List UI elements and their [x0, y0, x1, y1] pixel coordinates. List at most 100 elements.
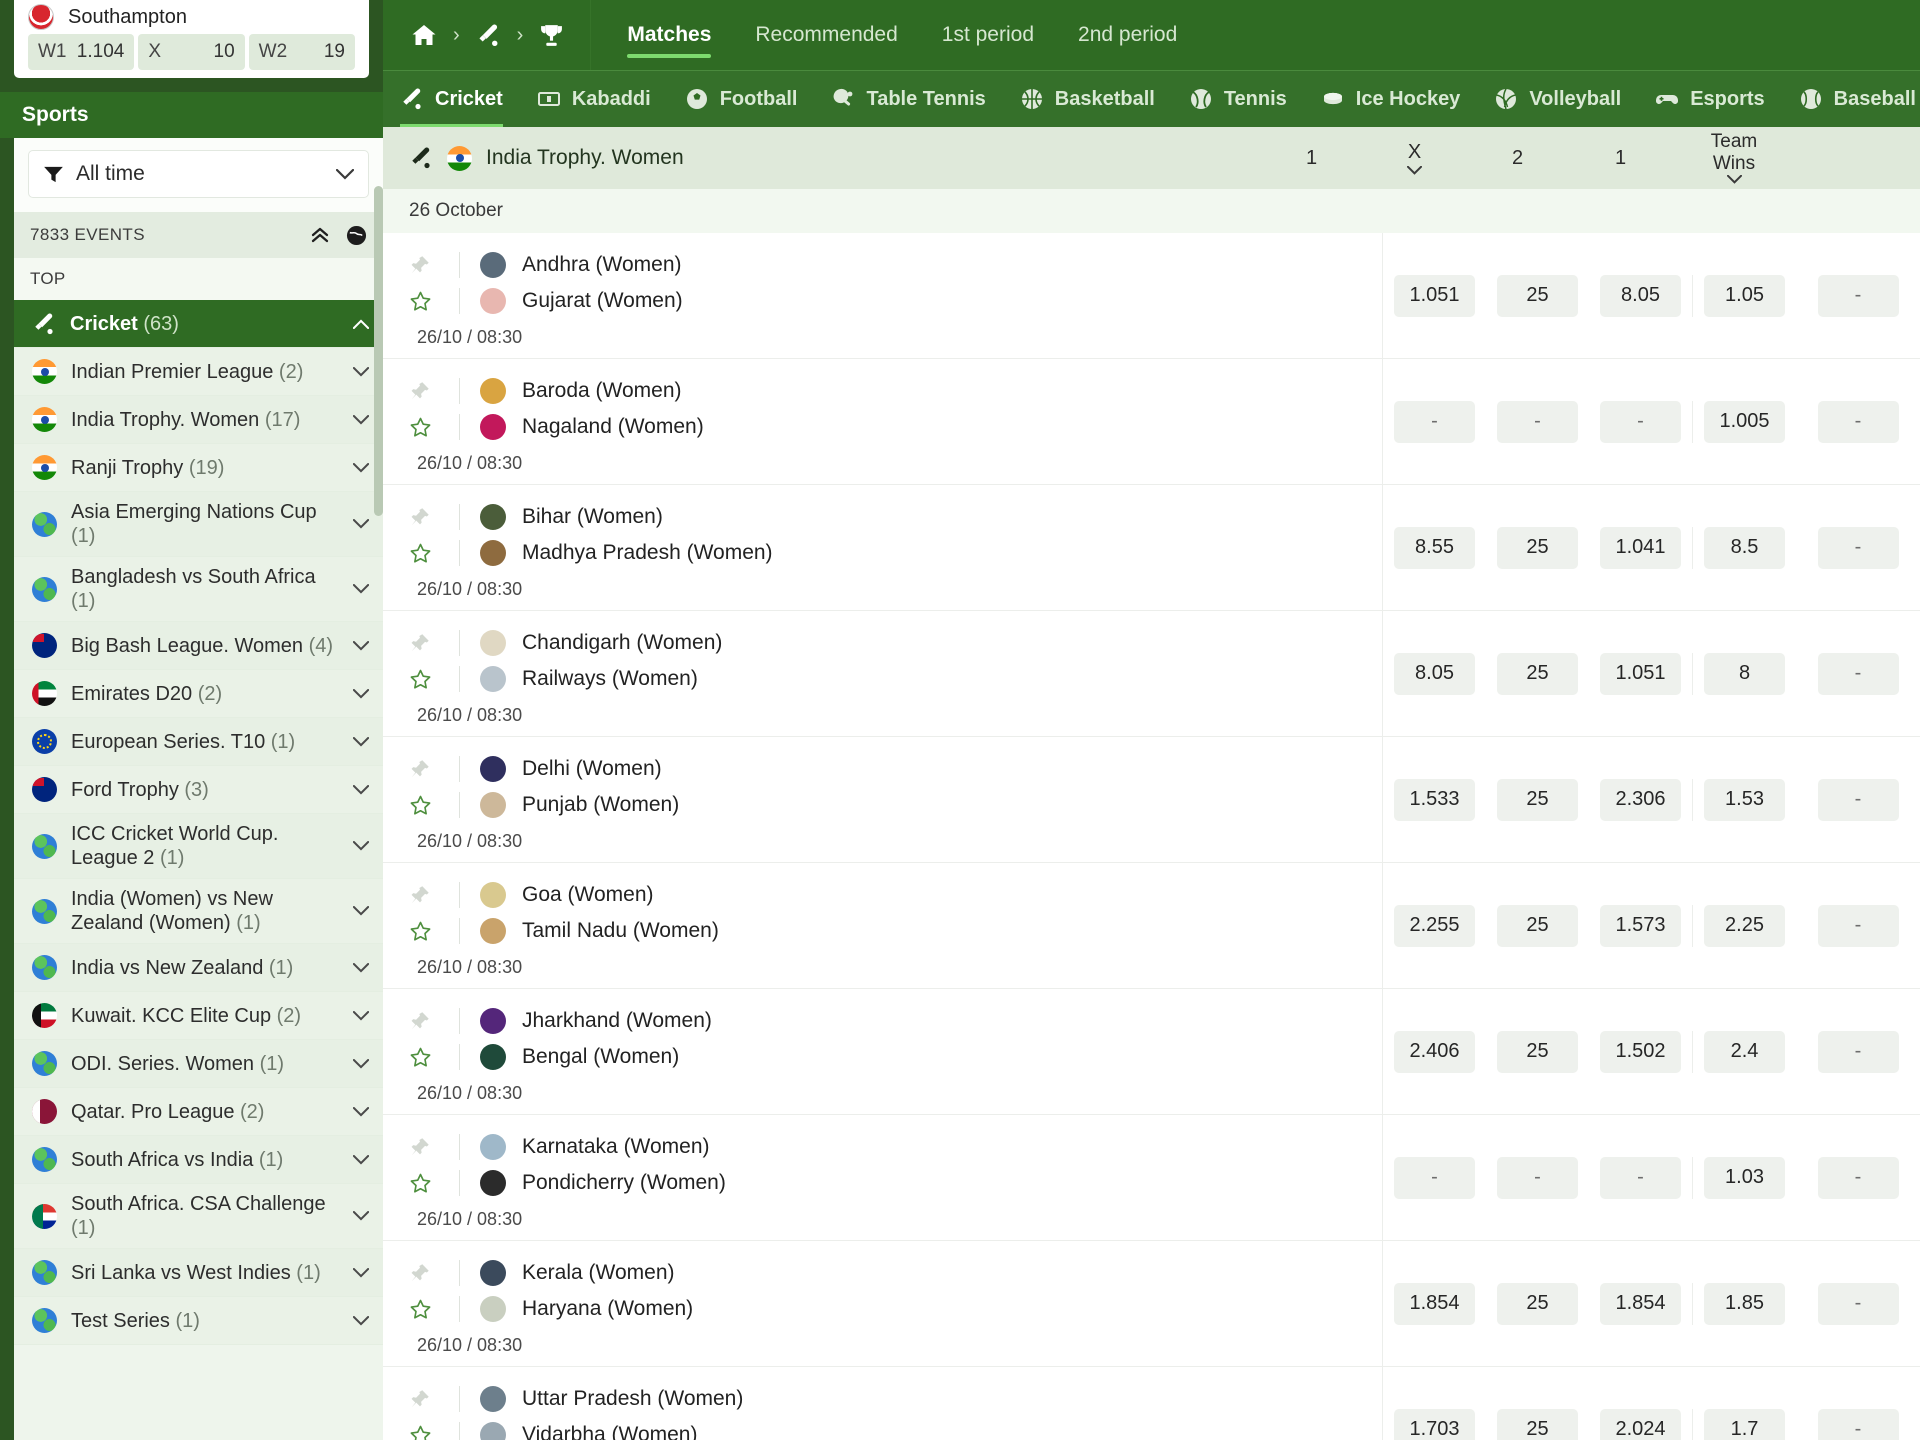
odd-cell-2[interactable]: - [1589, 400, 1692, 443]
tab-matches[interactable]: Matches [605, 0, 733, 70]
pin-slot[interactable] [409, 758, 459, 780]
odd-cell-teamwins-1[interactable]: 8 [1693, 652, 1796, 695]
pin-slot[interactable] [409, 254, 459, 276]
odd-cell-x[interactable]: 25 [1486, 778, 1589, 821]
odd-cell-teamwins-2[interactable]: - [1796, 526, 1920, 569]
pin-icon[interactable] [409, 632, 431, 654]
star-outline-icon[interactable] [409, 794, 432, 817]
favourite-slot[interactable] [409, 920, 459, 943]
chevron-down-icon[interactable] [353, 584, 369, 594]
star-outline-icon[interactable] [409, 1424, 432, 1440]
pin-icon[interactable] [409, 1388, 431, 1410]
star-outline-icon[interactable] [409, 1298, 432, 1321]
sidebar-item-india-trophy-women[interactable]: India Trophy. Women (17) [14, 396, 383, 444]
time-filter-select[interactable]: All time [28, 150, 369, 198]
sidebar-item-qatar-pro-league[interactable]: Qatar. Pro League (2) [14, 1088, 383, 1136]
odd-cell-x[interactable]: 25 [1486, 1408, 1589, 1440]
favourite-slot[interactable] [409, 794, 459, 817]
sidebar-item-south-africa-vs-india[interactable]: South Africa vs India (1) [14, 1136, 383, 1184]
match-row[interactable]: Baroda (Women) Nagaland (Women) 26/10 / … [383, 359, 1920, 485]
chevron-down-icon[interactable] [353, 962, 369, 973]
odd-cell-1[interactable]: - [1383, 400, 1486, 443]
odd-cell-2[interactable]: 8.05 [1589, 274, 1692, 317]
odd-cell-1[interactable]: 2.255 [1383, 904, 1486, 947]
sidebar-item-big-bash-league-women[interactable]: Big Bash League. Women (4) [14, 622, 383, 670]
odd-cell-teamwins-2[interactable]: - [1796, 778, 1920, 821]
star-outline-icon[interactable] [409, 1172, 432, 1195]
odd-cell-x[interactable]: 25 [1486, 652, 1589, 695]
odd-cell-x[interactable]: 25 [1486, 526, 1589, 569]
odd-cell-1[interactable]: - [1383, 1156, 1486, 1199]
chevron-down-icon[interactable] [353, 688, 369, 699]
chevron-down-icon[interactable] [1726, 175, 1742, 185]
pin-slot[interactable] [409, 1262, 459, 1284]
odd-cell-2[interactable]: 2.024 [1589, 1408, 1692, 1440]
odd-cell-teamwins-1[interactable]: 1.03 [1693, 1156, 1796, 1199]
sidebar-scrollbar[interactable] [374, 186, 383, 516]
pin-slot[interactable] [409, 632, 459, 654]
match-teams[interactable]: Goa (Women) Tamil Nadu (Women) 26/10 / 0… [383, 863, 1382, 988]
sidebar-item-india-vs-new-zealand[interactable]: India vs New Zealand (1) [14, 944, 383, 992]
odd-cell-teamwins-2[interactable]: - [1796, 1282, 1920, 1325]
odd-cell-teamwins-1[interactable]: 1.005 [1693, 400, 1796, 443]
globe-icon[interactable] [346, 225, 367, 246]
favourite-slot[interactable] [409, 416, 459, 439]
odd-cell-2[interactable]: 2.306 [1589, 778, 1692, 821]
star-outline-icon[interactable] [409, 290, 432, 313]
odd-cell-2[interactable]: 1.502 [1589, 1030, 1692, 1073]
coupon-odd-w2[interactable]: W2 19 [248, 34, 355, 70]
pin-icon[interactable] [409, 1262, 431, 1284]
double-chevron-up-icon[interactable] [310, 225, 330, 245]
sidebar-item-european-series-t10[interactable]: European Series. T10 (1) [14, 718, 383, 766]
column-header-4[interactable]: 1 [1569, 127, 1672, 189]
match-teams[interactable]: Jharkhand (Women) Bengal (Women) 26/10 /… [383, 989, 1382, 1114]
sport-tab-table-tennis[interactable]: Table Tennis [814, 71, 1002, 127]
match-row[interactable]: Andhra (Women) Gujarat (Women) 26/10 / 0… [383, 233, 1920, 359]
star-outline-icon[interactable] [409, 920, 432, 943]
odd-cell-1[interactable]: 8.05 [1383, 652, 1486, 695]
chevron-down-icon[interactable] [353, 1211, 369, 1221]
chevron-down-icon[interactable] [353, 462, 369, 473]
sport-tab-football[interactable]: Football [668, 71, 815, 127]
odd-cell-x[interactable]: - [1486, 400, 1589, 443]
match-row[interactable]: Kerala (Women) Haryana (Women) 26/10 / 0… [383, 1241, 1920, 1367]
odd-cell-x[interactable]: 25 [1486, 904, 1589, 947]
star-outline-icon[interactable] [409, 416, 432, 439]
chevron-down-icon[interactable] [353, 640, 369, 651]
pin-icon[interactable] [409, 380, 431, 402]
chevron-down-icon[interactable] [353, 1267, 369, 1278]
pin-slot[interactable] [409, 506, 459, 528]
chevron-up-icon[interactable] [353, 319, 369, 329]
chevron-down-icon[interactable] [353, 1106, 369, 1117]
match-teams[interactable]: Baroda (Women) Nagaland (Women) 26/10 / … [383, 359, 1382, 484]
sidebar-item-kuwait-kcc-elite-cup[interactable]: Kuwait. KCC Elite Cup (2) [14, 992, 383, 1040]
sport-tab-kabaddi[interactable]: Kabaddi [520, 71, 668, 127]
odd-cell-1[interactable]: 2.406 [1383, 1030, 1486, 1073]
chevron-down-icon[interactable] [353, 519, 369, 529]
pin-slot[interactable] [409, 1136, 459, 1158]
column-header-6[interactable] [1796, 127, 1920, 189]
sidebar-item-emirates-d20[interactable]: Emirates D20 (2) [14, 670, 383, 718]
home-icon[interactable] [411, 23, 437, 47]
odd-cell-1[interactable]: 1.051 [1383, 274, 1486, 317]
odd-cell-teamwins-1[interactable]: 1.53 [1693, 778, 1796, 821]
sport-tab-baseball[interactable]: Baseball [1782, 71, 1920, 127]
star-outline-icon[interactable] [409, 1046, 432, 1069]
match-teams[interactable]: Bihar (Women) Madhya Pradesh (Women) 26/… [383, 485, 1382, 610]
sidebar-item-bangladesh-vs-south-africa[interactable]: Bangladesh vs South Africa (1) [14, 557, 383, 622]
match-row[interactable]: Chandigarh (Women) Railways (Women) 26/1… [383, 611, 1920, 737]
match-teams[interactable]: Karnataka (Women) Pondicherry (Women) 26… [383, 1115, 1382, 1240]
odd-cell-x[interactable]: 25 [1486, 1030, 1589, 1073]
chevron-down-icon[interactable] [353, 1315, 369, 1326]
odd-cell-2[interactable]: - [1589, 1156, 1692, 1199]
column-header-1[interactable]: 1 [1260, 127, 1363, 189]
odd-cell-teamwins-1[interactable]: 2.25 [1693, 904, 1796, 947]
odd-cell-teamwins-2[interactable]: - [1796, 1408, 1920, 1440]
coupon-odd-x[interactable]: X 10 [138, 34, 245, 70]
odd-cell-2[interactable]: 1.854 [1589, 1282, 1692, 1325]
chevron-down-icon[interactable] [353, 366, 369, 377]
odd-cell-x[interactable]: 25 [1486, 1282, 1589, 1325]
column-header-2[interactable]: X [1363, 127, 1466, 189]
sidebar-item-sri-lanka-vs-west-indies[interactable]: Sri Lanka vs West Indies (1) [14, 1249, 383, 1297]
tab-1st-period[interactable]: 1st period [920, 0, 1056, 70]
